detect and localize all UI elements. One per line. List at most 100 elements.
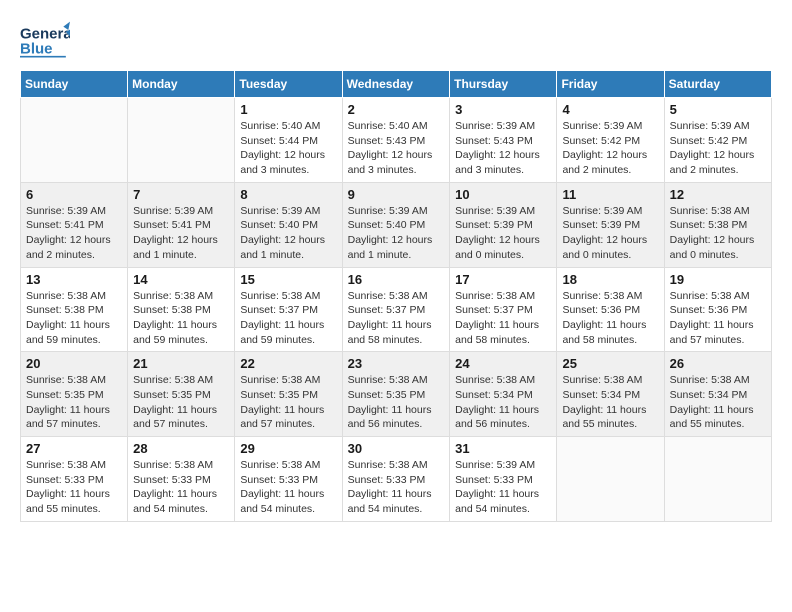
day-info: Sunrise: 5:38 AM Sunset: 5:35 PM Dayligh… xyxy=(133,373,229,432)
day-number: 30 xyxy=(348,441,445,456)
day-info: Sunrise: 5:39 AM Sunset: 5:40 PM Dayligh… xyxy=(348,204,445,263)
calendar-cell xyxy=(21,98,128,183)
day-header-sunday: Sunday xyxy=(21,71,128,98)
calendar-cell: 9 Sunrise: 5:39 AM Sunset: 5:40 PM Daylig… xyxy=(342,182,450,267)
day-info: Sunrise: 5:39 AM Sunset: 5:42 PM Dayligh… xyxy=(562,119,658,178)
day-info: Sunrise: 5:38 AM Sunset: 5:33 PM Dayligh… xyxy=(133,458,229,517)
day-header-saturday: Saturday xyxy=(664,71,771,98)
day-number: 10 xyxy=(455,187,551,202)
day-number: 9 xyxy=(348,187,445,202)
calendar-cell: 3 Sunrise: 5:39 AM Sunset: 5:43 PM Daylig… xyxy=(450,98,557,183)
calendar-cell: 19 Sunrise: 5:38 AM Sunset: 5:36 PM Dayli… xyxy=(664,267,771,352)
day-number: 5 xyxy=(670,102,766,117)
calendar-cell xyxy=(557,437,664,522)
day-number: 8 xyxy=(240,187,336,202)
calendar-cell: 23 Sunrise: 5:38 AM Sunset: 5:35 PM Dayli… xyxy=(342,352,450,437)
day-info: Sunrise: 5:39 AM Sunset: 5:42 PM Dayligh… xyxy=(670,119,766,178)
day-number: 7 xyxy=(133,187,229,202)
day-info: Sunrise: 5:38 AM Sunset: 5:34 PM Dayligh… xyxy=(670,373,766,432)
day-info: Sunrise: 5:40 AM Sunset: 5:43 PM Dayligh… xyxy=(348,119,445,178)
calendar-cell: 24Sunrise: 5:38 AM Sunset: 5:34 PM Dayli… xyxy=(450,352,557,437)
day-number: 18 xyxy=(562,272,658,287)
day-info: Sunrise: 5:39 AM Sunset: 5:40 PM Dayligh… xyxy=(240,204,336,263)
day-header-thursday: Thursday xyxy=(450,71,557,98)
logo: General Blue xyxy=(20,20,74,60)
calendar-cell: 15 Sunrise: 5:38 AM Sunset: 5:37 PM Dayli… xyxy=(235,267,342,352)
calendar-cell: 5 Sunrise: 5:39 AM Sunset: 5:42 PM Daylig… xyxy=(664,98,771,183)
day-number: 2 xyxy=(348,102,445,117)
calendar-cell: 17 Sunrise: 5:38 AM Sunset: 5:37 PM Dayli… xyxy=(450,267,557,352)
day-number: 13 xyxy=(26,272,122,287)
day-number: 29 xyxy=(240,441,336,456)
day-header-friday: Friday xyxy=(557,71,664,98)
day-number: 31 xyxy=(455,441,551,456)
day-info: Sunrise: 5:39 AM Sunset: 5:41 PM Dayligh… xyxy=(26,204,122,263)
calendar-cell: 4 Sunrise: 5:39 AM Sunset: 5:42 PM Daylig… xyxy=(557,98,664,183)
calendar-cell: 7 Sunrise: 5:39 AM Sunset: 5:41 PM Daylig… xyxy=(128,182,235,267)
calendar-cell: 21 Sunrise: 5:38 AM Sunset: 5:35 PM Dayli… xyxy=(128,352,235,437)
day-number: 20 xyxy=(26,356,122,371)
calendar-cell: 13 Sunrise: 5:38 AM Sunset: 5:38 PM Dayli… xyxy=(21,267,128,352)
day-info: Sunrise: 5:38 AM Sunset: 5:38 PM Dayligh… xyxy=(133,289,229,348)
calendar-cell: 10 Sunrise: 5:39 AM Sunset: 5:39 PM Dayli… xyxy=(450,182,557,267)
day-info: Sunrise: 5:39 AM Sunset: 5:41 PM Dayligh… xyxy=(133,204,229,263)
day-info: Sunrise: 5:38 AM Sunset: 5:34 PM Dayligh… xyxy=(562,373,658,432)
day-info: Sunrise: 5:39 AM Sunset: 5:33 PM Dayligh… xyxy=(455,458,551,517)
day-number: 21 xyxy=(133,356,229,371)
calendar-cell: 27 Sunrise: 5:38 AM Sunset: 5:33 PM Dayli… xyxy=(21,437,128,522)
day-info: Sunrise: 5:38 AM Sunset: 5:35 PM Dayligh… xyxy=(348,373,445,432)
calendar-cell: 14 Sunrise: 5:38 AM Sunset: 5:38 PM Dayli… xyxy=(128,267,235,352)
day-info: Sunrise: 5:38 AM Sunset: 5:33 PM Dayligh… xyxy=(26,458,122,517)
day-info: Sunrise: 5:38 AM Sunset: 5:36 PM Dayligh… xyxy=(670,289,766,348)
page-header: General Blue xyxy=(20,20,772,60)
calendar-cell: 16Sunrise: 5:38 AM Sunset: 5:37 PM Dayli… xyxy=(342,267,450,352)
day-number: 26 xyxy=(670,356,766,371)
day-number: 19 xyxy=(670,272,766,287)
calendar-cell: 11 Sunrise: 5:39 AM Sunset: 5:39 PM Dayli… xyxy=(557,182,664,267)
day-info: Sunrise: 5:38 AM Sunset: 5:36 PM Dayligh… xyxy=(562,289,658,348)
calendar-cell: 31 Sunrise: 5:39 AM Sunset: 5:33 PM Dayli… xyxy=(450,437,557,522)
calendar-cell: 1Sunrise: 5:40 AM Sunset: 5:44 PM Daylig… xyxy=(235,98,342,183)
day-number: 27 xyxy=(26,441,122,456)
day-info: Sunrise: 5:39 AM Sunset: 5:43 PM Dayligh… xyxy=(455,119,551,178)
calendar-cell xyxy=(128,98,235,183)
day-info: Sunrise: 5:38 AM Sunset: 5:33 PM Dayligh… xyxy=(240,458,336,517)
day-info: Sunrise: 5:38 AM Sunset: 5:37 PM Dayligh… xyxy=(455,289,551,348)
day-header-wednesday: Wednesday xyxy=(342,71,450,98)
calendar-week-row: 1Sunrise: 5:40 AM Sunset: 5:44 PM Daylig… xyxy=(21,98,772,183)
day-number: 3 xyxy=(455,102,551,117)
calendar-week-row: 13 Sunrise: 5:38 AM Sunset: 5:38 PM Dayli… xyxy=(21,267,772,352)
day-info: Sunrise: 5:38 AM Sunset: 5:37 PM Dayligh… xyxy=(240,289,336,348)
calendar-table: SundayMondayTuesdayWednesdayThursdayFrid… xyxy=(20,70,772,522)
calendar-cell: 26 Sunrise: 5:38 AM Sunset: 5:34 PM Dayli… xyxy=(664,352,771,437)
day-number: 14 xyxy=(133,272,229,287)
day-info: Sunrise: 5:38 AM Sunset: 5:33 PM Dayligh… xyxy=(348,458,445,517)
day-info: Sunrise: 5:38 AM Sunset: 5:35 PM Dayligh… xyxy=(26,373,122,432)
calendar-cell: 8 Sunrise: 5:39 AM Sunset: 5:40 PM Daylig… xyxy=(235,182,342,267)
day-number: 11 xyxy=(562,187,658,202)
calendar-cell: 18 Sunrise: 5:38 AM Sunset: 5:36 PM Dayli… xyxy=(557,267,664,352)
day-number: 16 xyxy=(348,272,445,287)
calendar-cell: 2 Sunrise: 5:40 AM Sunset: 5:43 PM Daylig… xyxy=(342,98,450,183)
day-info: Sunrise: 5:40 AM Sunset: 5:44 PM Dayligh… xyxy=(240,119,336,178)
day-info: Sunrise: 5:38 AM Sunset: 5:38 PM Dayligh… xyxy=(26,289,122,348)
day-number: 17 xyxy=(455,272,551,287)
day-header-monday: Monday xyxy=(128,71,235,98)
day-info: Sunrise: 5:39 AM Sunset: 5:39 PM Dayligh… xyxy=(455,204,551,263)
calendar-cell: 20 Sunrise: 5:38 AM Sunset: 5:35 PM Dayli… xyxy=(21,352,128,437)
day-info: Sunrise: 5:38 AM Sunset: 5:34 PM Dayligh… xyxy=(455,373,551,432)
generalblue-logo-icon: General Blue xyxy=(20,20,70,60)
day-number: 23 xyxy=(348,356,445,371)
day-number: 4 xyxy=(562,102,658,117)
day-info: Sunrise: 5:38 AM Sunset: 5:35 PM Dayligh… xyxy=(240,373,336,432)
calendar-week-row: 20 Sunrise: 5:38 AM Sunset: 5:35 PM Dayli… xyxy=(21,352,772,437)
day-number: 25 xyxy=(562,356,658,371)
calendar-cell xyxy=(664,437,771,522)
day-info: Sunrise: 5:39 AM Sunset: 5:39 PM Dayligh… xyxy=(562,204,658,263)
day-number: 28 xyxy=(133,441,229,456)
day-number: 15 xyxy=(240,272,336,287)
svg-text:Blue: Blue xyxy=(20,40,53,57)
calendar-week-row: 6Sunrise: 5:39 AM Sunset: 5:41 PM Daylig… xyxy=(21,182,772,267)
day-number: 12 xyxy=(670,187,766,202)
calendar-week-row: 27 Sunrise: 5:38 AM Sunset: 5:33 PM Dayli… xyxy=(21,437,772,522)
